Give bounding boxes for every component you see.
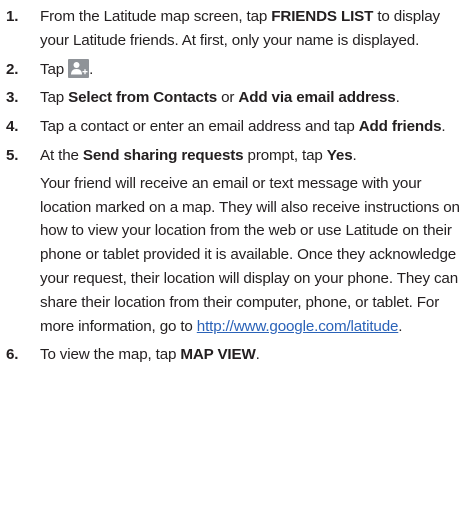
step-number: 4. [6, 118, 19, 136]
add-via-email-label: Add via email address [238, 89, 396, 107]
step-6: 6. To view the map, tap MAP VIEW. [6, 343, 467, 367]
step-text: From the Latitude map screen, tap [40, 8, 272, 25]
step-text: At the [40, 146, 83, 164]
note-text: . [398, 317, 403, 335]
step-text: . [352, 146, 357, 164]
step-1: 1. From the Latitude map screen, tap FRI… [6, 5, 467, 53]
add-friend-icon [68, 58, 90, 78]
step-2: 2. Tap . [6, 58, 467, 82]
friends-list-label: FRIENDS LIST [271, 8, 374, 25]
latitude-link[interactable]: http://www.google.com/latitude [197, 318, 399, 335]
step-text: . [441, 118, 446, 136]
step-text: . [89, 60, 94, 78]
step-number: 5. [6, 146, 19, 164]
step-text: Tap a contact or enter an email address … [40, 118, 359, 136]
select-from-contacts-label: Select from Contacts [68, 89, 218, 107]
step-number: 1. [6, 8, 19, 25]
step-text: Tap [40, 89, 69, 107]
step-number: 6. [6, 346, 19, 364]
step-text: . [395, 89, 400, 107]
step-text: Tap [40, 60, 69, 78]
yes-label: Yes [326, 146, 353, 164]
step-text: or [217, 89, 239, 107]
step-number: 3. [6, 89, 19, 107]
step-text: . [255, 346, 260, 364]
step-number: 2. [6, 60, 19, 78]
step-note: Your friend will receive an email or tex… [40, 172, 467, 339]
step-4: 4. Tap a contact or enter an email addre… [6, 115, 467, 139]
note-text: Your friend will receive an email or tex… [40, 174, 460, 335]
add-friends-label: Add friends [358, 118, 442, 136]
step-text: prompt, tap [243, 146, 327, 164]
step-text: To view the map, tap [40, 346, 181, 364]
step-5: 5. At the Send sharing requests prompt, … [6, 144, 467, 338]
instruction-page: 1. From the Latitude map screen, tap FRI… [0, 0, 473, 515]
map-view-label: MAP VIEW [180, 346, 256, 364]
step-3: 3. Tap Select from Contacts or Add via e… [6, 86, 467, 110]
send-sharing-requests-label: Send sharing requests [82, 146, 244, 164]
steps-list: 1. From the Latitude map screen, tap FRI… [6, 5, 467, 367]
